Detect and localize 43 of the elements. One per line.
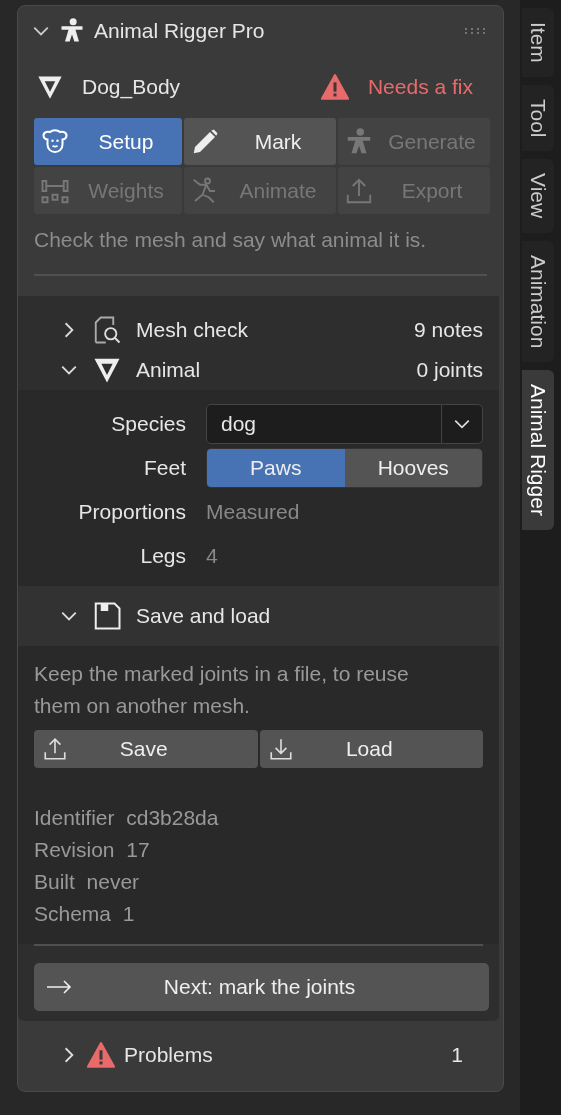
mesh-inspect-icon (92, 315, 122, 345)
description-text: Keep the marked joints in a file, to reuse them on another mesh. (34, 661, 410, 719)
field-label: Legs (139, 544, 187, 568)
info-line: Schema 1 (34, 901, 136, 927)
save-button[interactable]: Save (34, 730, 258, 768)
field-label: Proportions (77, 500, 187, 524)
warning-icon (86, 1041, 116, 1069)
section-title: Mesh check (136, 318, 250, 342)
arrow-icon (46, 980, 72, 994)
section-count: 1 (451, 1043, 463, 1067)
warning-icon (319, 73, 350, 101)
subpanel-title: Save and load (136, 604, 272, 628)
section-title: Problems (124, 1043, 214, 1067)
field-value: Measured (206, 500, 300, 524)
section-count: 0 joints (416, 358, 483, 382)
info-line: Revision 17 (34, 837, 151, 863)
section-count: 9 notes (414, 318, 483, 342)
sidebar-tab[interactable]: View (522, 159, 554, 233)
field-label: Feet (142, 456, 187, 480)
load-button[interactable]: Load (259, 730, 483, 768)
sidebar-tab[interactable]: Animation (522, 240, 554, 362)
upload-icon (42, 736, 68, 762)
floppy-icon (92, 601, 122, 631)
info-line: Built never (34, 869, 141, 895)
download-icon (267, 736, 294, 762)
species-dropdown[interactable]: dog (206, 404, 483, 444)
option-button[interactable]: Paws (207, 449, 345, 487)
step-button[interactable]: Mark (184, 118, 336, 165)
status-text: Needs a fix (367, 75, 473, 99)
hint-text: Check the mesh and say what animal it is. (33, 227, 428, 253)
field-value: 4 (206, 544, 218, 568)
object-name: Dog_Body (82, 75, 182, 99)
section-title: Animal (136, 358, 202, 382)
option-button[interactable]: Hooves (344, 449, 482, 487)
grip-icon[interactable] (463, 27, 487, 35)
step-button[interactable]: Setup (34, 118, 182, 165)
field-label: Species (110, 412, 187, 436)
sidebar-tab[interactable]: Tool (522, 84, 554, 152)
panel-title: Animal Rigger Pro (94, 19, 266, 43)
info-line: Identifier cd3b28da (34, 805, 220, 831)
sidebar-tab[interactable]: Animal Rigger (522, 369, 554, 530)
sidebar-tab[interactable]: Item (522, 8, 554, 77)
next-button[interactable]: Next: mark the joints (34, 963, 489, 1011)
